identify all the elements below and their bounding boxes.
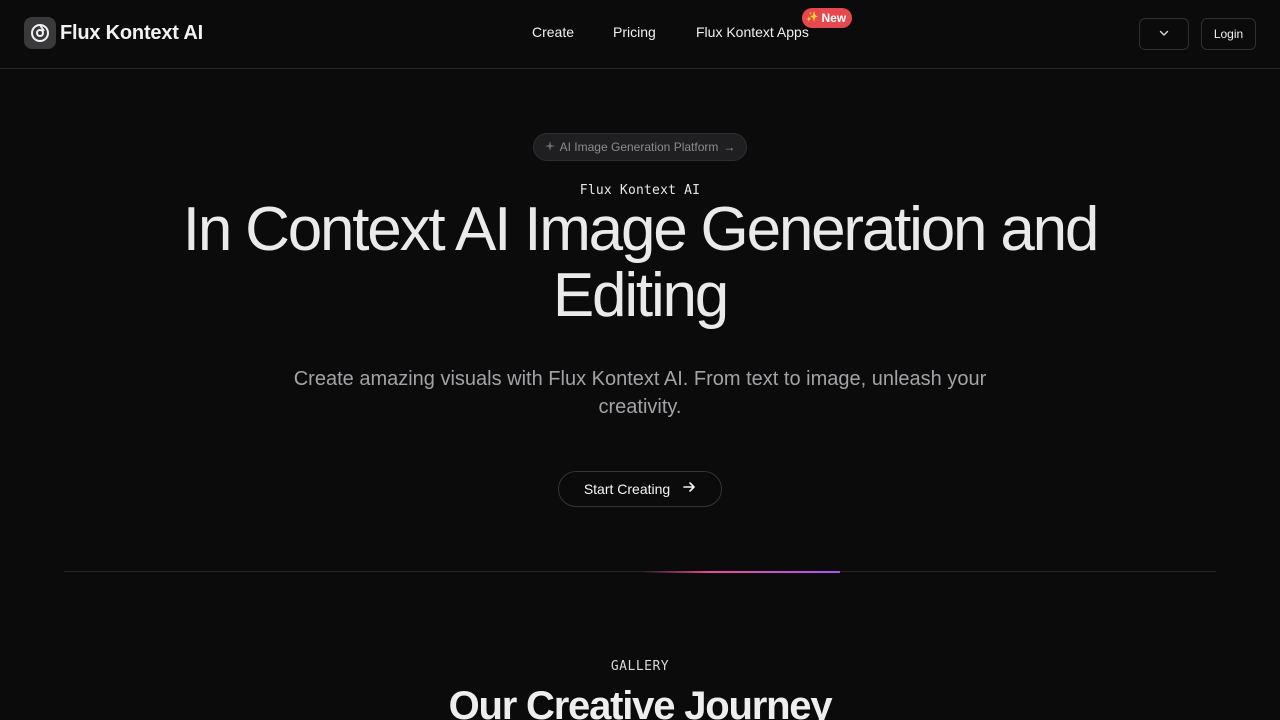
divider-glow xyxy=(640,571,840,573)
gallery-title: Our Creative Journey xyxy=(448,684,833,720)
chevron-down-icon xyxy=(1158,27,1170,42)
main-nav: Create Pricing Flux Kontext Apps ✨ New xyxy=(0,0,1280,64)
hero-subtitle: Create amazing visuals with Flux Kontext… xyxy=(293,368,987,418)
arrow-right-icon: → xyxy=(723,140,736,154)
nav-pricing-link[interactable]: Pricing xyxy=(613,24,656,40)
sparkle-icon xyxy=(544,140,555,154)
hero-title: In Context AI Image Generation and Editi… xyxy=(182,195,1100,330)
new-badge: ✨ New xyxy=(802,8,853,28)
new-badge-label: New xyxy=(821,11,847,25)
arrow-right-icon xyxy=(682,480,696,498)
start-creating-button[interactable]: Start Creating xyxy=(558,471,722,507)
platform-pill-link[interactable]: AI Image Generation Platform → xyxy=(533,133,747,161)
nav-create-link[interactable]: Create xyxy=(532,24,574,40)
login-button[interactable]: Login xyxy=(1201,18,1256,50)
site-header: Flux Kontext AI Create Pricing Flux Kont… xyxy=(0,0,1280,69)
language-dropdown-button[interactable] xyxy=(1139,18,1189,50)
sparkle-icon: ✨ xyxy=(806,12,819,23)
platform-pill-label: AI Image Generation Platform xyxy=(559,140,719,154)
gallery-label: GALLERY xyxy=(610,659,670,674)
nav-apps-link[interactable]: Flux Kontext Apps xyxy=(696,24,809,40)
start-creating-label: Start Creating xyxy=(583,481,671,497)
